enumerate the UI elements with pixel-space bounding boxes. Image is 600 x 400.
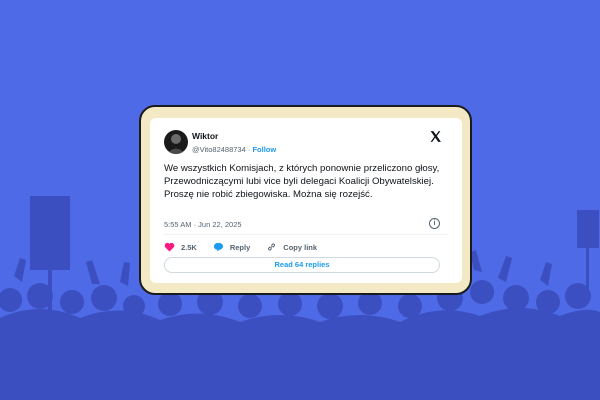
avatar[interactable] [164,130,188,154]
copy-link-label: Copy link [283,242,318,252]
tweet-card[interactable]: Wiktor @Vito82488734 · Follow We wszystk… [150,118,462,283]
separator-dot: · [247,145,251,154]
link-icon [268,243,276,251]
tweet-text: We wszystkich Komisjach, z których ponow… [164,162,452,201]
reply-button[interactable]: Reply [213,242,250,252]
reply-label: Reply [229,242,251,252]
tweet-text-paragraph-2: Proszę nie robić zbiegowiska. Można się … [164,189,373,200]
speech-bubble-icon [213,242,223,252]
tweet-actions: 2.5K Reply Copy link [164,240,333,254]
x-logo-icon[interactable] [429,130,442,146]
divider [164,234,448,235]
author-name[interactable]: Wiktor [192,131,218,141]
read-replies-button[interactable]: Read 64 replies [164,257,440,273]
follow-button[interactable]: Follow [252,145,276,154]
author-handle[interactable]: @Vito82488734 [192,145,246,154]
like-count: 2.5K [181,242,197,252]
copy-link-button[interactable]: Copy link [266,242,317,252]
tweet-text-paragraph-1: We wszystkich Komisjach, z których ponow… [164,163,440,187]
author-handle-row: @Vito82488734 · Follow [192,145,276,154]
timestamp[interactable]: 5:55 AM · Jun 22, 2025 [164,220,242,229]
info-icon[interactable]: i [429,218,440,229]
heart-icon [164,242,175,252]
like-button[interactable]: 2.5K [164,242,197,252]
